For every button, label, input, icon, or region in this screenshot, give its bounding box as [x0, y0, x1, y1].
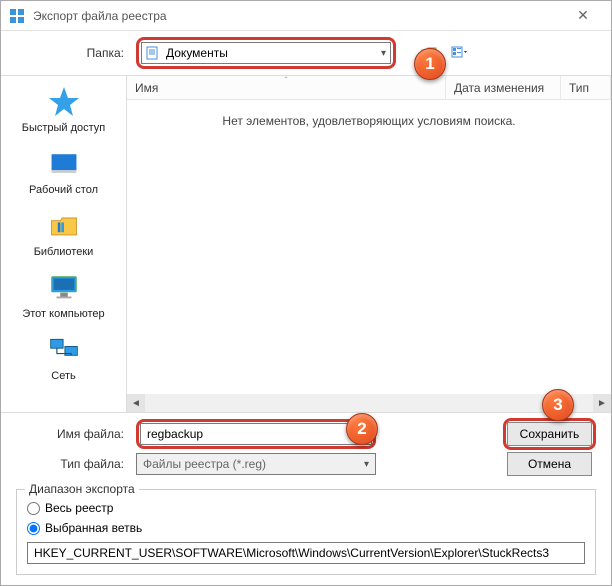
callout-2: 2: [346, 413, 378, 445]
hscrollbar[interactable]: ◄ ►: [127, 394, 611, 412]
radio-selected[interactable]: Выбранная ветвь: [27, 518, 585, 538]
sidebar-libraries[interactable]: Библиотеки: [1, 204, 126, 264]
folder-label: Папка:: [16, 46, 136, 60]
dialog-window: Экспорт файла реестра ✕ Папка: Документы…: [0, 0, 612, 586]
filename-input[interactable]: regbackup ▾: [140, 423, 372, 445]
sort-asc-icon: ˆ: [285, 76, 288, 85]
chevron-down-icon: ▾: [381, 48, 386, 59]
col-date[interactable]: Дата изменения: [446, 76, 561, 99]
documents-folder-icon: [146, 46, 160, 60]
branch-path-input[interactable]: [27, 542, 585, 564]
file-list-area: Имяˆ Дата изменения Тип Нет элементов, у…: [126, 76, 611, 412]
quick-access-icon: [46, 84, 82, 120]
save-button[interactable]: Сохранить: [507, 422, 592, 446]
callout-3: 3: [542, 389, 574, 421]
close-button[interactable]: ✕: [563, 7, 603, 24]
chevron-down-icon: ▾: [364, 459, 369, 470]
sidebar-label: Рабочий стол: [1, 184, 126, 196]
filename-label: Имя файла:: [16, 427, 136, 441]
filetype-combobox[interactable]: Файлы реестра (*.reg) ▾: [136, 453, 376, 475]
bottom-panel: Имя файла: regbackup ▾ Сохранить Тип фай…: [1, 413, 611, 485]
col-name[interactable]: Имяˆ: [127, 76, 446, 99]
folder-highlight: Документы ▾: [136, 37, 396, 69]
sidebar-network[interactable]: Сеть: [1, 328, 126, 388]
list-header: Имяˆ Дата изменения Тип: [127, 76, 611, 100]
callout-1: 1: [414, 48, 446, 80]
folder-bar: Папка: Документы ▾: [1, 31, 611, 75]
titlebar: Экспорт файла реестра ✕: [1, 1, 611, 31]
sidebar-quick-access[interactable]: Быстрый доступ: [1, 80, 126, 140]
cancel-button[interactable]: Отмена: [507, 452, 592, 476]
export-range-group: Диапазон экспорта Весь реестр Выбранная …: [16, 489, 596, 575]
empty-message: Нет элементов, удовлетворяющих условиям …: [222, 114, 515, 128]
window-title: Экспорт файла реестра: [33, 9, 563, 23]
places-sidebar: Быстрый доступ Рабочий стол Библиотеки Э…: [1, 76, 126, 412]
sidebar-this-pc[interactable]: Этот компьютер: [1, 266, 126, 326]
filename-highlight: regbackup ▾: [136, 419, 376, 449]
sidebar-label: Этот компьютер: [1, 308, 126, 320]
range-legend: Диапазон экспорта: [25, 482, 139, 496]
radio-all-input[interactable]: [27, 502, 40, 515]
sidebar-label: Быстрый доступ: [1, 122, 126, 134]
radio-selected-input[interactable]: [27, 522, 40, 535]
content-area: Быстрый доступ Рабочий стол Библиотеки Э…: [1, 75, 611, 413]
computer-icon: [46, 270, 82, 306]
network-icon: [46, 332, 82, 368]
folder-combobox[interactable]: Документы ▾: [141, 42, 391, 64]
col-type[interactable]: Тип: [561, 76, 611, 99]
list-body[interactable]: Нет элементов, удовлетворяющих условиям …: [127, 100, 611, 394]
sidebar-label: Сеть: [1, 370, 126, 382]
libraries-icon: [46, 208, 82, 244]
app-icon: [9, 8, 25, 24]
scroll-left-icon[interactable]: ◄: [127, 394, 145, 412]
desktop-icon: [46, 146, 82, 182]
save-highlight: Сохранить: [503, 418, 596, 450]
view-menu-button[interactable]: [448, 42, 470, 64]
filetype-label: Тип файла:: [16, 457, 136, 471]
scroll-right-icon[interactable]: ►: [593, 394, 611, 412]
sidebar-desktop[interactable]: Рабочий стол: [1, 142, 126, 202]
folder-value: Документы: [166, 46, 381, 60]
sidebar-label: Библиотеки: [1, 246, 126, 258]
radio-all[interactable]: Весь реестр: [27, 498, 585, 518]
